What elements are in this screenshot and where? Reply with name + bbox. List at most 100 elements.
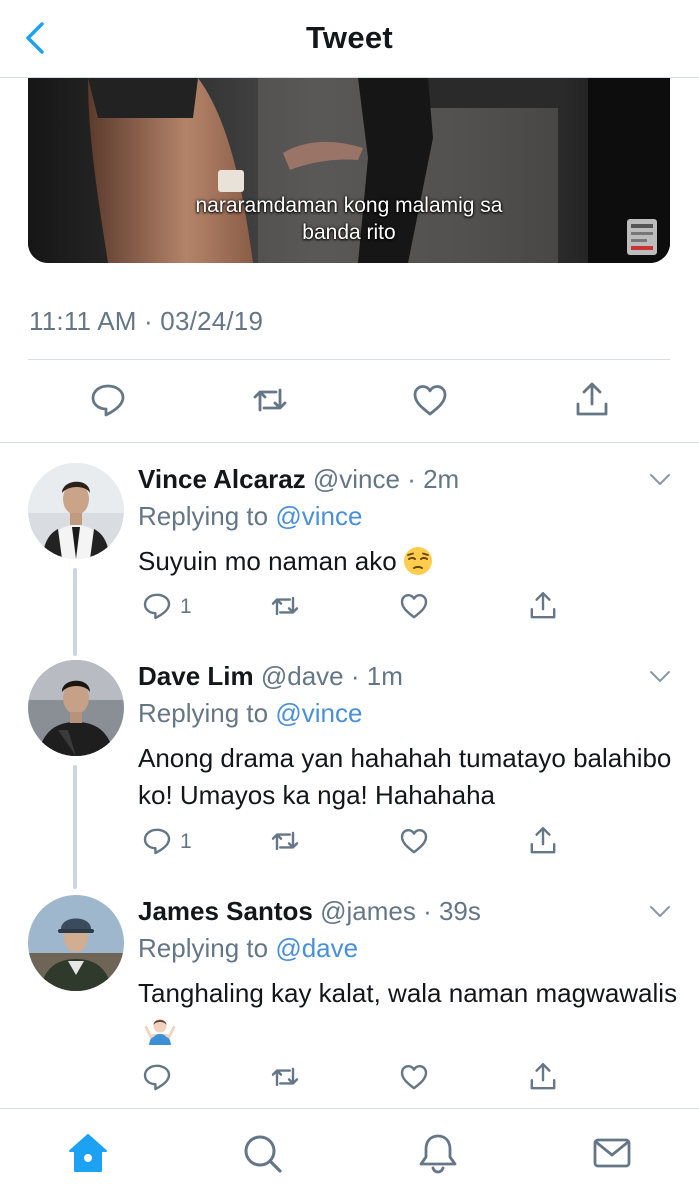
chevron-down-icon xyxy=(650,906,670,917)
reply-icon xyxy=(143,1064,171,1091)
reply-button[interactable] xyxy=(88,380,128,420)
display-name[interactable]: Vince Alcaraz xyxy=(138,464,306,494)
video-subtitle: nararamdaman kong malamig sa banda rito xyxy=(28,192,670,246)
tweet-action-bar xyxy=(0,380,699,424)
reply-tweet[interactable]: Vince Alcaraz @vince · 2m Replying to @v… xyxy=(0,463,699,643)
replying-to-line: Replying to @vince xyxy=(138,500,362,532)
retweet-icon xyxy=(271,596,299,616)
reply-button[interactable]: 1 xyxy=(140,590,200,622)
reply-time: 1m xyxy=(366,661,403,691)
tweet-media-image[interactable]: nararamdaman kong malamig sa banda rito xyxy=(28,78,670,263)
retweet-icon xyxy=(271,1067,299,1087)
replying-to-label: Replying to xyxy=(138,933,269,963)
reply-tweet[interactable]: Dave Lim @dave · 1m Replying to @vince A… xyxy=(0,660,699,880)
tweet-menu-button[interactable] xyxy=(648,469,672,489)
reply-button[interactable]: 1 xyxy=(140,825,200,857)
messages-icon xyxy=(593,1138,631,1168)
share-icon xyxy=(576,382,608,416)
reply-body: Tanghaling kay kalat, wala naman magwawa… xyxy=(138,978,678,1008)
reply-body: Suyuin mo naman ako xyxy=(138,546,397,576)
top-nav-bar: Tweet xyxy=(0,0,699,78)
share-button[interactable] xyxy=(526,1061,560,1093)
like-button[interactable] xyxy=(397,825,431,857)
reply-action-bar: 1 xyxy=(0,590,699,626)
search-icon xyxy=(244,1135,282,1173)
reply-action-bar xyxy=(0,1061,699,1097)
reply-text: Tanghaling kay kalat, wala naman magwawa… xyxy=(138,975,678,1049)
share-button[interactable] xyxy=(572,380,612,420)
bottom-tab-bar xyxy=(0,1108,699,1201)
replying-to-line: Replying to @vince xyxy=(138,697,362,729)
reply-button[interactable] xyxy=(140,1061,200,1093)
retweet-icon xyxy=(271,831,299,851)
mention-link[interactable]: @dave xyxy=(275,933,358,963)
retweet-button[interactable] xyxy=(268,1061,302,1093)
reply-icon xyxy=(91,384,125,417)
share-icon xyxy=(530,827,556,854)
reply-icon xyxy=(143,593,171,620)
like-button[interactable] xyxy=(397,590,431,622)
reply-body: Anong drama yan hahahah tumatayo balahib… xyxy=(138,743,672,810)
divider xyxy=(0,442,699,443)
retweet-button[interactable] xyxy=(268,825,302,857)
channel-watermark-logo xyxy=(627,219,657,255)
avatar[interactable] xyxy=(28,463,124,559)
dot-separator: · xyxy=(399,464,424,494)
avatar[interactable] xyxy=(28,895,124,991)
chevron-down-icon xyxy=(650,474,670,485)
tweet-menu-button[interactable] xyxy=(648,901,672,921)
dot-separator: · xyxy=(415,896,439,926)
reply-time: 39s xyxy=(438,896,481,926)
pensive-face-emoji xyxy=(403,546,433,576)
username[interactable]: @james xyxy=(320,896,416,926)
tab-messages[interactable] xyxy=(590,1131,634,1175)
chevron-down-icon xyxy=(650,671,670,682)
like-button[interactable] xyxy=(397,1061,431,1093)
reply-count: 1 xyxy=(180,830,192,853)
reply-action-bar: 1 xyxy=(0,825,699,861)
replying-to-line: Replying to @dave xyxy=(138,932,358,964)
reply-header: Vince Alcaraz @vince · 2m xyxy=(138,463,459,495)
replying-to-label: Replying to xyxy=(138,501,269,531)
replying-to-label: Replying to xyxy=(138,698,269,728)
retweet-button[interactable] xyxy=(268,590,302,622)
avatar-image xyxy=(28,463,124,559)
avatar-image xyxy=(28,660,124,756)
reply-icon xyxy=(143,828,171,855)
avatar-image xyxy=(28,895,124,991)
like-icon xyxy=(413,385,447,416)
dot-separator: · xyxy=(343,661,367,691)
like-icon xyxy=(400,594,428,619)
person-shrugging-emoji xyxy=(144,1013,176,1045)
username[interactable]: @vince xyxy=(313,464,400,494)
reply-tweet[interactable]: James Santos @james · 39s Replying to @d… xyxy=(0,895,699,1105)
share-icon xyxy=(530,1063,556,1090)
share-button[interactable] xyxy=(526,590,560,622)
like-icon xyxy=(400,829,428,854)
reply-header: James Santos @james · 39s xyxy=(138,895,481,927)
share-icon xyxy=(530,592,556,619)
share-button[interactable] xyxy=(526,825,560,857)
page-title: Tweet xyxy=(305,20,394,55)
display-name[interactable]: James Santos xyxy=(138,896,313,926)
like-icon xyxy=(400,1065,428,1090)
notifications-icon xyxy=(419,1134,457,1174)
avatar[interactable] xyxy=(28,660,124,756)
mention-link[interactable]: @vince xyxy=(275,698,362,728)
tab-search[interactable] xyxy=(240,1131,284,1175)
tweet-menu-button[interactable] xyxy=(648,666,672,686)
reply-count: 1 xyxy=(180,595,192,618)
reply-text: Anong drama yan hahahah tumatayo balahib… xyxy=(138,740,678,814)
display-name[interactable]: Dave Lim xyxy=(138,661,254,691)
subtitle-line: banda rito xyxy=(302,221,396,244)
tab-notifications[interactable] xyxy=(416,1131,460,1175)
home-icon xyxy=(69,1134,107,1172)
tweet-timestamp: 11:11 AM · 03/24/19 xyxy=(29,306,264,336)
like-button[interactable] xyxy=(410,380,450,420)
retweet-button[interactable] xyxy=(250,380,290,420)
divider xyxy=(28,359,670,360)
retweet-icon xyxy=(253,388,287,412)
mention-link[interactable]: @vince xyxy=(275,501,362,531)
tab-home[interactable] xyxy=(66,1131,110,1175)
username[interactable]: @dave xyxy=(261,661,344,691)
